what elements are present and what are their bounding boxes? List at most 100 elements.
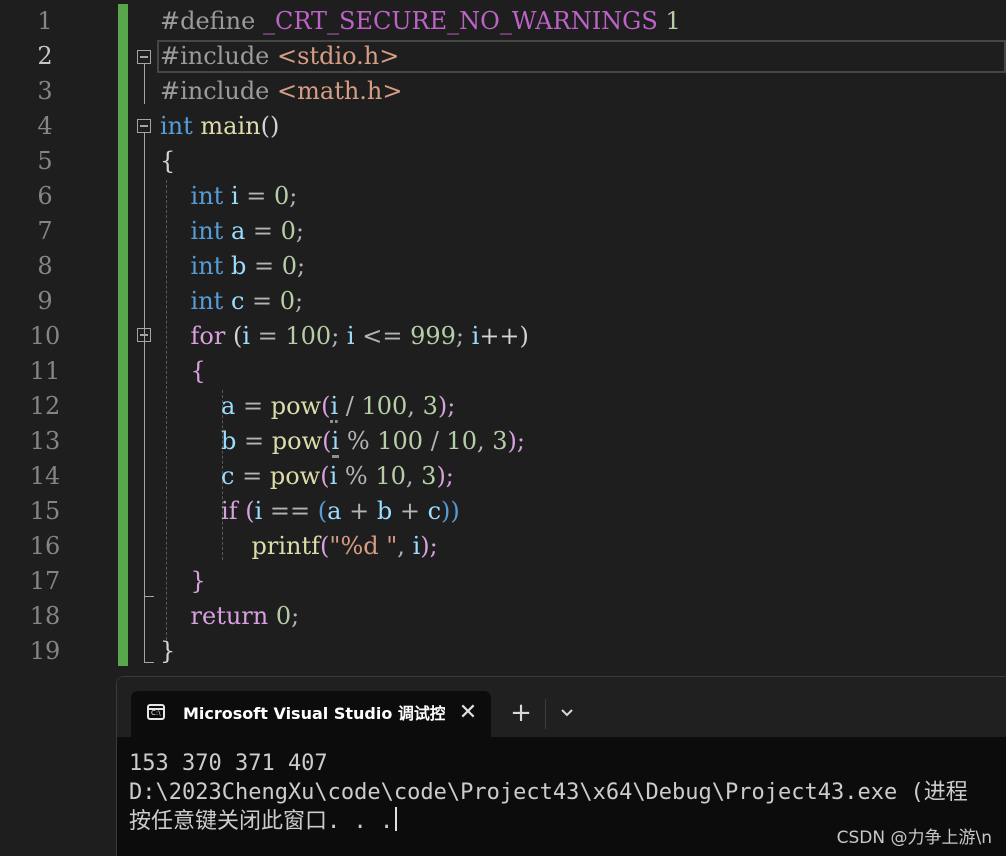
code-line[interactable]: { [160, 354, 206, 389]
line-number: 13 [29, 427, 61, 455]
code-line[interactable]: return 0; [160, 599, 300, 634]
line-number: 3 [37, 77, 53, 105]
code-token: int [190, 182, 224, 210]
console-output-line: D:\2023ChengXu\code\code\Project43\x64\D… [129, 780, 968, 805]
collapse-include-block-icon[interactable] [137, 50, 151, 64]
code-line[interactable]: } [160, 564, 206, 599]
line-number: 16 [29, 532, 61, 560]
code-token: ++) [479, 322, 529, 350]
code-token: b [221, 427, 237, 455]
code-line[interactable]: for (i = 100; i <= 999; i++) [160, 319, 529, 354]
text-cursor [395, 807, 398, 831]
line-number: 12 [29, 392, 61, 420]
code-line[interactable]: int a = 0; [160, 214, 304, 249]
code-token: % [337, 462, 376, 490]
code-token: b [376, 497, 393, 525]
code-token: ; [289, 182, 298, 210]
new-tab-button[interactable]: + [504, 691, 538, 735]
code-token: = [245, 217, 281, 245]
code-token: ( [237, 497, 255, 525]
code-token: + [392, 497, 428, 525]
debug-console-window[interactable]: C:\ Microsoft Visual Studio 调试控制台 ✕ + 15… [116, 676, 1006, 856]
line-number: 9 [37, 287, 53, 315]
code-token: 10 [446, 427, 477, 455]
code-token: pow [270, 392, 322, 420]
code-token: a [327, 497, 342, 525]
code-token: ; [296, 252, 306, 280]
code-token: ); [507, 427, 525, 455]
line-number: 5 [37, 147, 53, 175]
code-token: i [346, 322, 355, 350]
code-token: 3 [421, 462, 437, 490]
line-number: 10 [29, 322, 61, 350]
code-line[interactable]: a = pow(i / 100, 3); [160, 389, 455, 424]
code-token: 0 [275, 602, 292, 630]
code-line[interactable]: int c = 0; [160, 284, 304, 319]
code-token: return [190, 602, 269, 630]
code-line[interactable]: } [160, 634, 175, 669]
code-token: } [160, 637, 176, 665]
code-line[interactable]: int main() [160, 109, 279, 144]
console-output-line: 按任意键关闭此窗口. . . [129, 807, 398, 836]
code-line[interactable]: int i = 0; [160, 179, 298, 214]
line-number: 11 [29, 357, 61, 385]
code-line[interactable]: #include <stdio.h> [160, 39, 399, 74]
code-token: _CRT_SECURE_NO_WARNINGS [262, 7, 658, 35]
code-line[interactable]: c = pow(i % 10, 3); [160, 459, 454, 494]
tab-debug-console[interactable]: C:\ Microsoft Visual Studio 调试控制台 ✕ [131, 691, 491, 737]
code-token: c [221, 462, 235, 490]
code-token: ; [331, 322, 347, 350]
code-token: % [339, 427, 378, 455]
code-token: ); [420, 532, 438, 560]
code-token: i [242, 322, 251, 350]
code-token: 3 [492, 427, 508, 455]
code-token: <= [354, 322, 411, 350]
code-token: for [190, 322, 226, 350]
code-line[interactable]: { [160, 144, 175, 179]
code-token: )) [441, 497, 460, 525]
code-line[interactable]: b = pow(i % 100 / 10, 3); [160, 424, 525, 459]
line-number: 2 [37, 42, 53, 70]
code-editor[interactable]: 1 2 3 4 5 6 7 8 9 10 11 12 13 14 15 16 17 18 19 #define _C… [0, 0, 1006, 676]
code-line[interactable]: #include <math.h> [160, 74, 403, 109]
code-token: , [407, 392, 423, 420]
tab-title: Microsoft Visual Studio 调试控制台 [183, 704, 445, 723]
code-token: ; [291, 602, 300, 630]
code-token: ); [436, 462, 454, 490]
chevron-down-icon[interactable] [550, 691, 584, 735]
code-token: 100 [377, 427, 424, 455]
line-number: 18 [29, 602, 61, 630]
code-token: = [246, 252, 282, 280]
code-token: = [234, 462, 270, 490]
code-token: int [190, 217, 224, 245]
code-token: c [230, 287, 245, 315]
tab-separator [545, 699, 546, 729]
line-number: 4 [37, 112, 53, 140]
code-line[interactable]: int b = 0; [160, 249, 306, 284]
code-token: ( [317, 497, 328, 525]
code-token: "%d " [329, 532, 398, 560]
code-line[interactable]: #define _CRT_SECURE_NO_WARNINGS 1 [160, 4, 681, 39]
line-number: 15 [29, 497, 61, 525]
code-token: ( [322, 427, 332, 455]
fold-region-line [144, 342, 145, 596]
console-output-line: 153 370 371 407 [129, 751, 328, 776]
fold-region-line [144, 64, 145, 104]
watermark: CSDN @力争上游\n [836, 828, 992, 848]
collapse-main-function-icon[interactable] [137, 119, 151, 133]
console-icon-text: C:\ [151, 709, 161, 717]
code-line[interactable]: if (i == (a + b + c)) [160, 494, 460, 529]
code-token: ); [437, 392, 456, 420]
code-line[interactable]: printf("%d ", i); [160, 529, 438, 564]
code-token: 0 [274, 182, 290, 210]
line-number: 6 [37, 182, 53, 210]
collapse-for-loop-icon[interactable] [137, 328, 151, 342]
close-icon[interactable]: ✕ [453, 691, 483, 735]
code-token: ; [295, 287, 304, 315]
code-token: / [423, 427, 447, 455]
